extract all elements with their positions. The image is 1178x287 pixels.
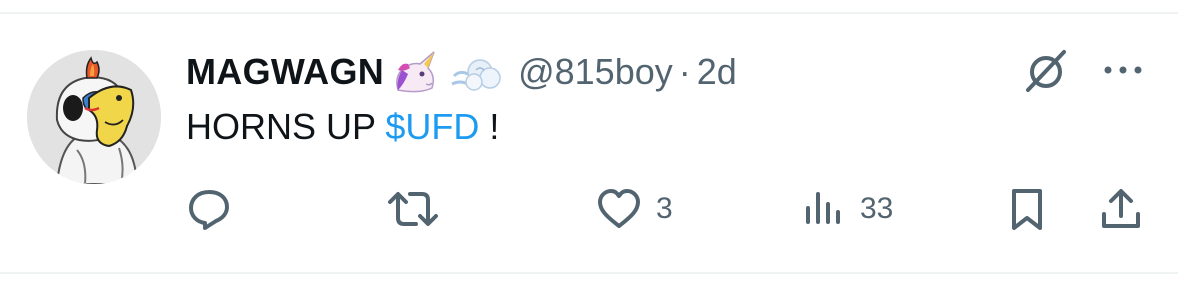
tweet-card[interactable]: MAGWAGN @815boy · 2d HORNS UP $UFD ! 3 3… bbox=[0, 0, 1178, 287]
tweet-header: MAGWAGN @815boy · 2d bbox=[186, 44, 737, 100]
cashtag-link[interactable]: $UFD bbox=[385, 106, 479, 147]
dash-emoji-icon bbox=[450, 50, 504, 94]
separator-dot: · bbox=[678, 51, 691, 92]
grok-icon[interactable] bbox=[1020, 46, 1074, 96]
bookmark-icon bbox=[1004, 186, 1050, 232]
divider-bottom bbox=[0, 272, 1178, 274]
unicorn-emoji-icon bbox=[390, 50, 444, 94]
reply-icon bbox=[186, 186, 232, 232]
timestamp[interactable]: 2d bbox=[697, 51, 737, 93]
reply-button[interactable] bbox=[186, 186, 246, 232]
avatar[interactable] bbox=[27, 50, 161, 184]
share-icon bbox=[1098, 186, 1144, 232]
views-count: 33 bbox=[860, 192, 894, 225]
like-button[interactable]: 3 bbox=[596, 186, 673, 232]
retweet-button[interactable] bbox=[386, 186, 454, 232]
bookmark-button[interactable] bbox=[1004, 186, 1050, 232]
tweet-text-before: HORNS UP bbox=[186, 106, 386, 147]
share-button[interactable] bbox=[1098, 186, 1144, 232]
display-name[interactable]: MAGWAGN bbox=[186, 51, 384, 93]
user-handle[interactable]: @815boy bbox=[518, 51, 673, 93]
like-count: 3 bbox=[656, 192, 673, 225]
heart-icon bbox=[596, 186, 642, 232]
views-icon bbox=[800, 186, 846, 232]
divider-top bbox=[0, 12, 1178, 14]
tweet-text: HORNS UP $UFD ! bbox=[186, 106, 499, 148]
tweet-text-after: ! bbox=[479, 106, 500, 147]
retweet-icon bbox=[386, 186, 440, 232]
more-icon[interactable] bbox=[1100, 60, 1146, 80]
views-button[interactable]: 33 bbox=[800, 186, 893, 232]
